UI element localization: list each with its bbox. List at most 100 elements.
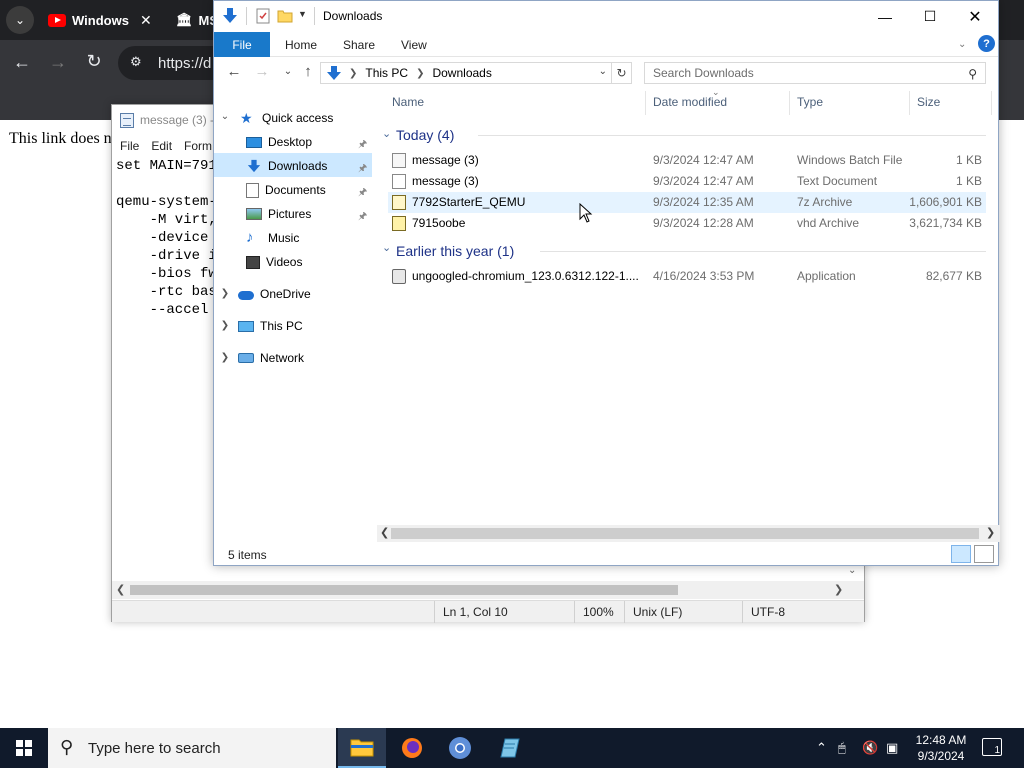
- notification-center-icon[interactable]: 1: [982, 738, 1002, 756]
- sidebar-item-music[interactable]: ♪ Music: [246, 226, 299, 250]
- sidebar-item-videos[interactable]: Videos: [246, 250, 302, 274]
- sidebar-item-downloads[interactable]: Downloads: [246, 154, 327, 178]
- minimize-icon[interactable]: —: [862, 1, 908, 32]
- taskbar-clock[interactable]: 12:48 AM 9/3/2024: [906, 732, 976, 764]
- address-bar[interactable]: ❯ This PC ❯ Downloads ⌄: [320, 62, 612, 84]
- scrollbar-thumb[interactable]: [391, 528, 979, 539]
- tab-share[interactable]: Share: [343, 32, 375, 57]
- scroll-left-icon[interactable]: ❮: [116, 583, 125, 596]
- sidebar-item-quick-access[interactable]: ★ Quick access: [240, 106, 333, 130]
- tab-view[interactable]: View: [401, 32, 427, 57]
- taskbar-notepad[interactable]: [486, 728, 534, 768]
- group-header-earlier-this-year[interactable]: Earlier this year (1): [396, 241, 514, 261]
- file-date: 4/16/2024 3:53 PM: [653, 269, 755, 283]
- close-tab-icon[interactable]: ✕: [140, 6, 152, 34]
- browser-tab-title: Windows: [72, 12, 129, 28]
- search-icon[interactable]: ⚲: [968, 67, 977, 81]
- column-header-type[interactable]: Type: [797, 95, 823, 109]
- expand-chevron-icon[interactable]: ❯: [220, 288, 230, 299]
- tab-home[interactable]: Home: [285, 32, 317, 57]
- file-row[interactable]: 7792StarterE_QEMU 9/3/2024 12:35 AM 7z A…: [388, 192, 986, 213]
- file-type: vhd Archive: [797, 216, 860, 230]
- file-row[interactable]: message (3) 9/3/2024 12:47 AM Text Docum…: [388, 171, 986, 192]
- show-hidden-icons-chevron-icon[interactable]: ⌃: [816, 740, 827, 756]
- pin-icon[interactable]: 🖈: [358, 185, 367, 202]
- notepad-horizontal-scrollbar[interactable]: ❮ ❯: [112, 581, 864, 599]
- details-view-icon[interactable]: [951, 545, 971, 563]
- start-button[interactable]: [0, 728, 48, 768]
- pin-icon[interactable]: 🖈: [358, 161, 367, 178]
- breadcrumb-this-pc[interactable]: This PC: [365, 66, 408, 80]
- column-divider[interactable]: [789, 91, 790, 115]
- menu-file[interactable]: File: [120, 139, 139, 153]
- back-arrow-icon[interactable]: ←: [10, 52, 34, 73]
- file-row[interactable]: message (3) 9/3/2024 12:47 AM Windows Ba…: [388, 150, 986, 171]
- column-header-size[interactable]: Size: [917, 95, 940, 109]
- taskbar-search-box[interactable]: ⚲ Type here to search: [48, 728, 336, 768]
- site-settings-icon[interactable]: ⚙: [130, 54, 142, 70]
- forward-arrow-icon[interactable]: →: [46, 52, 70, 73]
- forward-arrow-icon[interactable]: →: [252, 63, 272, 80]
- column-divider[interactable]: [645, 91, 646, 115]
- large-icons-view-icon[interactable]: [974, 545, 994, 563]
- up-arrow-icon[interactable]: ↑: [298, 63, 318, 80]
- sidebar-item-documents[interactable]: Documents: [246, 178, 326, 202]
- column-divider[interactable]: [909, 91, 910, 115]
- sidebar-item-desktop[interactable]: Desktop: [246, 130, 312, 154]
- browser-tab-ms[interactable]: 🏛 MS: [176, 6, 218, 34]
- sidebar-item-label: Music: [268, 231, 300, 245]
- scroll-right-icon[interactable]: ❯: [986, 526, 995, 539]
- close-icon[interactable]: ✕: [952, 1, 998, 32]
- browser-tab-youtube[interactable]: Windows: [48, 6, 129, 34]
- breadcrumb-separator-icon[interactable]: ❯: [349, 68, 357, 79]
- back-arrow-icon[interactable]: ←: [224, 63, 244, 80]
- breadcrumb-downloads[interactable]: Downloads: [432, 66, 491, 80]
- collapse-group-chevron-icon[interactable]: ⌄: [382, 127, 391, 140]
- help-icon[interactable]: ?: [978, 35, 995, 52]
- expand-chevron-icon[interactable]: ⌄: [220, 111, 230, 122]
- expand-ribbon-chevron-icon[interactable]: ⌄: [958, 32, 966, 57]
- scroll-down-icon[interactable]: ⌄: [848, 565, 856, 576]
- tab-file[interactable]: File: [214, 32, 270, 57]
- file-row[interactable]: 7915oobe 9/3/2024 12:28 AM vhd Archive 3…: [388, 213, 986, 234]
- scroll-left-icon[interactable]: ❮: [380, 526, 389, 539]
- sidebar-item-pictures[interactable]: Pictures: [246, 202, 311, 226]
- taskbar-file-explorer[interactable]: [338, 728, 386, 768]
- scrollbar-thumb[interactable]: [130, 585, 678, 595]
- device-icon[interactable]: ▣: [886, 740, 898, 756]
- scroll-right-icon[interactable]: ❯: [834, 583, 843, 596]
- recent-locations-chevron-icon[interactable]: ⌄: [278, 66, 298, 77]
- sidebar-item-onedrive[interactable]: OneDrive: [238, 282, 311, 306]
- column-divider[interactable]: [991, 91, 992, 115]
- expand-chevron-icon[interactable]: ❯: [220, 320, 230, 331]
- new-folder-icon[interactable]: [277, 9, 293, 23]
- menu-edit[interactable]: Edit: [151, 139, 172, 153]
- column-header-date-modified[interactable]: Date modified: [653, 95, 727, 109]
- file-list-horizontal-scrollbar[interactable]: ❮ ❯: [377, 525, 1000, 542]
- explorer-status-bar: 5 items: [214, 542, 998, 566]
- refresh-icon[interactable]: ↻: [612, 62, 632, 84]
- customize-toolbar-icon[interactable]: ▼: [298, 9, 307, 19]
- menu-format[interactable]: Form: [184, 139, 212, 153]
- taskbar-chromium[interactable]: [436, 728, 484, 768]
- collapse-group-chevron-icon[interactable]: ⌄: [382, 241, 391, 254]
- sidebar-item-this-pc[interactable]: This PC: [238, 314, 303, 338]
- column-header-name[interactable]: Name: [392, 95, 424, 109]
- breadcrumb-separator-icon[interactable]: ❯: [416, 68, 424, 79]
- pin-icon[interactable]: 🖈: [358, 137, 367, 154]
- address-dropdown-chevron-icon[interactable]: ⌄: [599, 66, 607, 77]
- notepad-text-area[interactable]: set MAIN=791 qemu-system- -M virt, -devic…: [116, 157, 217, 319]
- network-icon[interactable]: 🖱: [838, 740, 846, 756]
- reload-icon[interactable]: ↻: [82, 51, 106, 72]
- group-header-today[interactable]: Today (4): [396, 125, 454, 145]
- sidebar-item-network[interactable]: Network: [238, 346, 304, 370]
- pin-icon[interactable]: 🖈: [358, 209, 367, 226]
- maximize-icon[interactable]: ☐: [907, 1, 953, 32]
- expand-chevron-icon[interactable]: ❯: [220, 352, 230, 363]
- tab-search-chevron-icon[interactable]: ⌄: [6, 6, 34, 34]
- volume-muted-icon[interactable]: 🔇: [862, 740, 878, 756]
- search-input[interactable]: Search Downloads ⚲: [644, 62, 986, 84]
- properties-icon[interactable]: [256, 8, 270, 24]
- file-row[interactable]: ungoogled-chromium_123.0.6312.122-1.... …: [388, 266, 986, 287]
- taskbar-firefox[interactable]: [388, 728, 436, 768]
